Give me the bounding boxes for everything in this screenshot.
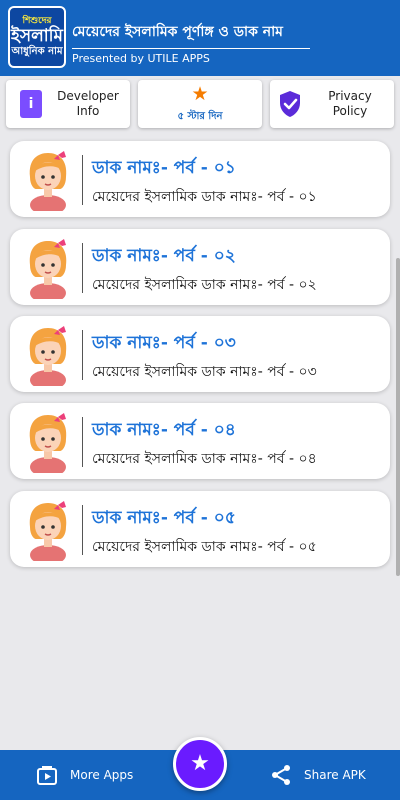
card-divider (82, 505, 83, 555)
card-title: ডাক নামঃ- পর্ব - ০১ (92, 158, 236, 178)
app-subtitle: Presented by UTILE APPS (72, 52, 210, 65)
rate-label: ৫ স্টার দিন (177, 111, 223, 122)
card-divider (82, 417, 83, 467)
favorite-fab-button[interactable]: ★ (173, 737, 227, 791)
developer-info-button[interactable]: i Developer Info (6, 80, 130, 128)
card-divider (82, 243, 83, 293)
rate-five-star-button[interactable]: ★ ৫ স্টার দিন (138, 80, 262, 128)
card-title: ডাক নামঃ- পর্ব - ০৩ (92, 333, 236, 353)
app-logo: শিশুদের ইসলামি আধুনিক নাম (8, 6, 66, 68)
shield-check-icon (280, 91, 300, 117)
share-apk-button[interactable]: Share APK (270, 750, 366, 800)
card-subtitle: মেয়েদের ইসলামিক ডাক নামঃ- পর্ব - ০৫ (92, 539, 317, 555)
list-item[interactable]: ডাক নামঃ- পর্ব - ০১ মেয়েদের ইসলামিক ডাক… (10, 141, 390, 217)
share-icon (272, 765, 290, 785)
info-icon: i (20, 90, 42, 118)
share-apk-label: Share APK (304, 768, 366, 782)
card-subtitle: মেয়েদের ইসলামিক ডাক নামঃ- পর্ব - ০৪ (92, 451, 317, 467)
privacy-policy-button[interactable]: Privacy Policy (270, 80, 394, 128)
title-divider (72, 48, 310, 49)
girl-avatar-icon (29, 501, 67, 561)
star-icon: ★ (190, 751, 210, 776)
privacy-policy-label: Privacy Policy (328, 89, 372, 118)
girl-avatar-icon (29, 413, 67, 473)
list-item[interactable]: ডাক নামঃ- পর্ব - ০৩ মেয়েদের ইসলামিক ডাক… (10, 316, 390, 392)
logo-line-2: ইসলামি (11, 26, 63, 46)
app-bar: শিশুদের ইসলামি আধুনিক নাম মেয়েদের ইসলাম… (0, 0, 400, 76)
developer-info-label: Developer Info (57, 89, 119, 118)
more-apps-button[interactable]: More Apps (36, 750, 133, 800)
card-subtitle: মেয়েদের ইসলামিক ডাক নামঃ- পর্ব - ০১ (92, 189, 317, 205)
girl-avatar-icon (29, 326, 67, 386)
list-item[interactable]: ডাক নামঃ- পর্ব - ০৫ মেয়েদের ইসলামিক ডাক… (10, 491, 390, 567)
logo-line-3: আধুনিক নাম (11, 46, 63, 57)
card-title: ডাক নামঃ- পর্ব - ০৫ (92, 508, 236, 528)
card-divider (82, 155, 83, 205)
list-item[interactable]: ডাক নামঃ- পর্ব - ০৪ মেয়েদের ইসলামিক ডাক… (10, 403, 390, 479)
card-subtitle: মেয়েদের ইসলামিক ডাক নামঃ- পর্ব - ০৩ (92, 364, 317, 380)
card-title: ডাক নামঃ- পর্ব - ০২ (92, 246, 236, 266)
app-title: মেয়েদের ইসলামিক পূর্ণাঙ্গ ও ডাক নাম (72, 24, 283, 40)
more-apps-label: More Apps (70, 768, 134, 782)
card-title: ডাক নামঃ- পর্ব - ০৪ (92, 420, 236, 440)
girl-avatar-icon (29, 239, 67, 299)
star-icon: ★ (191, 83, 209, 105)
card-subtitle: মেয়েদের ইসলামিক ডাক নামঃ- পর্ব - ০২ (92, 277, 317, 293)
logo-line-1: শিশুদের (22, 16, 52, 26)
list-item[interactable]: ডাক নামঃ- পর্ব - ০২ মেয়েদের ইসলামিক ডাক… (10, 229, 390, 305)
play-bag-icon (37, 766, 57, 785)
card-divider (82, 330, 83, 380)
scrollbar[interactable] (396, 258, 400, 576)
girl-avatar-icon (29, 151, 67, 211)
